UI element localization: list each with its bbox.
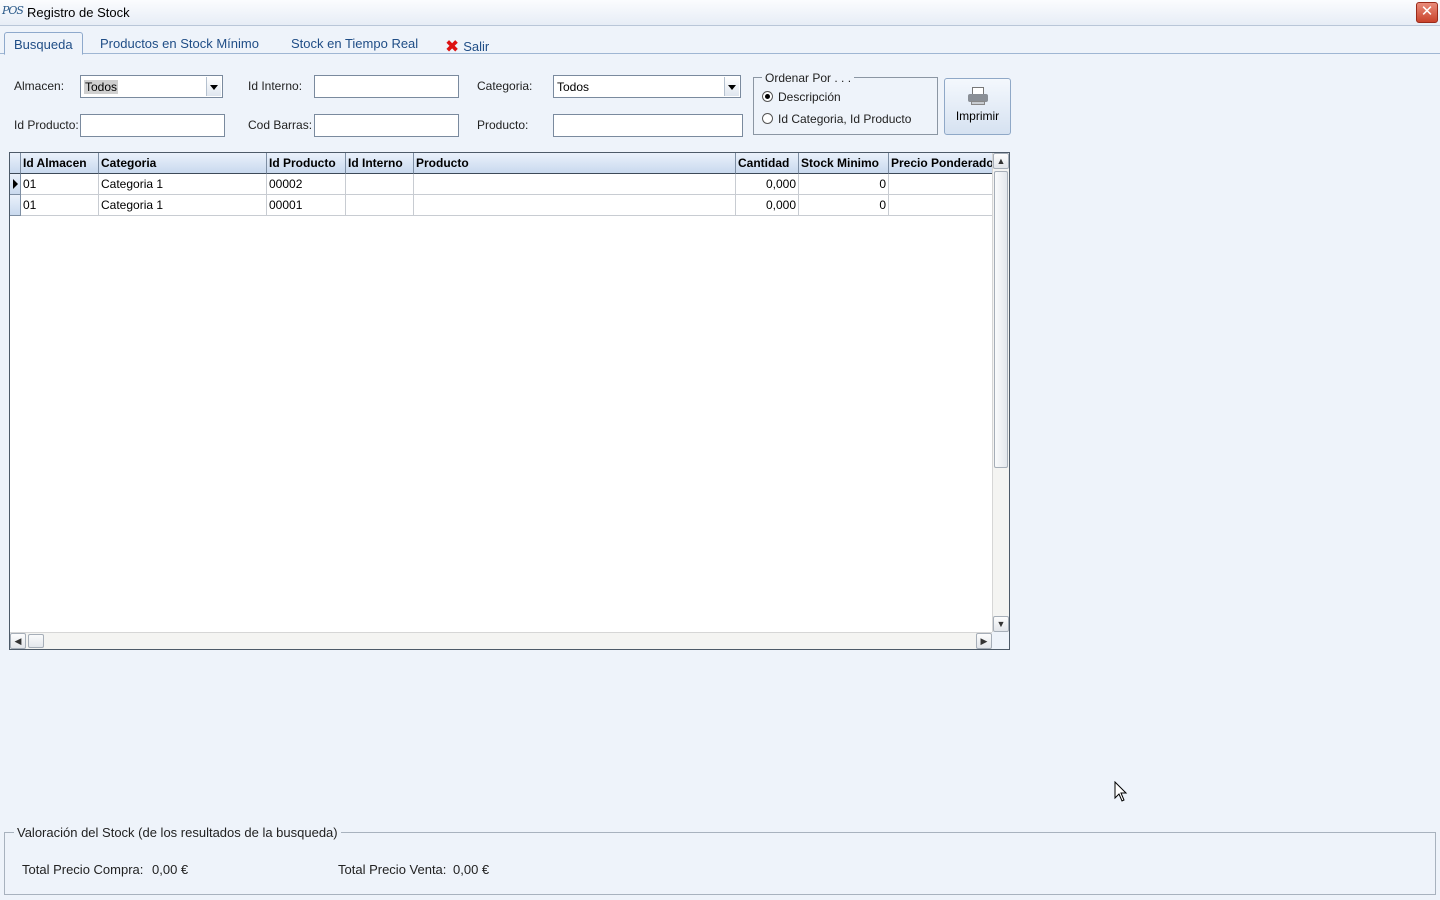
cell-id-interno[interactable] [346, 174, 414, 195]
imprimir-label: Imprimir [955, 109, 1000, 123]
vertical-scrollbar[interactable]: ▲ ▼ [992, 153, 1009, 632]
printer-icon [967, 86, 989, 106]
col-header-stock-minimo[interactable]: Stock Minimo [799, 153, 889, 174]
radio-unselected-icon [762, 113, 773, 124]
header-indicator [10, 153, 21, 174]
almacen-dropdown-arrow-icon[interactable] [206, 77, 221, 96]
col-header-categoria[interactable]: Categoria [99, 153, 267, 174]
table-row[interactable]: 01 Categoria 1 00001 0,000 0 [10, 195, 992, 216]
tab-busqueda[interactable]: Busqueda [4, 32, 83, 55]
stock-grid[interactable]: Id Almacen Categoria Id Producto Id Inte… [9, 152, 1010, 650]
table-row[interactable]: 01 Categoria 1 00002 0,000 0 [10, 174, 992, 195]
almacen-select-value: Todos [84, 80, 119, 94]
categoria-dropdown-arrow-icon[interactable] [724, 77, 739, 96]
radio-descripcion-label: Descripción [778, 90, 841, 104]
cell-categoria[interactable]: Categoria 1 [99, 174, 267, 195]
almacen-label: Almacen: [14, 79, 65, 93]
cell-producto[interactable] [414, 174, 736, 195]
mouse-cursor-icon [1114, 781, 1128, 802]
scroll-left-arrow-icon[interactable]: ◀ [10, 633, 26, 649]
close-x-icon: ✖ [445, 37, 460, 56]
col-header-producto[interactable]: Producto [414, 153, 736, 174]
tab-salir-label: Salir [463, 39, 490, 54]
almacen-select[interactable]: Todos [80, 75, 223, 98]
col-header-id-producto[interactable]: Id Producto [267, 153, 346, 174]
producto-input[interactable] [553, 114, 743, 137]
producto-label: Producto: [477, 118, 529, 132]
scroll-up-arrow-icon[interactable]: ▲ [993, 153, 1009, 169]
vertical-scroll-thumb[interactable] [994, 171, 1008, 468]
cell-id-almacen[interactable]: 01 [21, 174, 99, 195]
cell-id-producto[interactable]: 00001 [267, 195, 346, 216]
window-titlebar: POS Registro de Stock ✕ [0, 0, 1440, 26]
categoria-label: Categoria: [477, 79, 533, 93]
valoracion-legend: Valoración del Stock (de los resultados … [14, 825, 341, 840]
categoria-select-value: Todos [557, 80, 590, 94]
tab-stock-tiempo-real-label: Stock en Tiempo Real [291, 36, 419, 51]
cell-cantidad[interactable]: 0,000 [736, 174, 799, 195]
total-precio-compra-value: 0,00 € [152, 862, 189, 877]
cell-id-interno[interactable] [346, 195, 414, 216]
tab-bar: Busqueda Productos en Stock Mínimo Stock… [0, 26, 1440, 56]
id-interno-label: Id Interno: [248, 79, 303, 93]
grid-header: Id Almacen Categoria Id Producto Id Inte… [10, 153, 992, 174]
horizontal-scroll-thumb[interactable] [28, 634, 44, 648]
tab-productos-stock-minimo[interactable]: Productos en Stock Mínimo [100, 32, 259, 54]
row-indicator [10, 195, 21, 216]
cell-precio-ponderado[interactable] [889, 174, 992, 195]
cod-barras-input[interactable] [314, 114, 459, 137]
cell-id-almacen[interactable]: 01 [21, 195, 99, 216]
categoria-select[interactable]: Todos [553, 75, 741, 98]
radio-id-categoria-id-producto[interactable]: Id Categoria, Id Producto [762, 112, 911, 126]
horizontal-scrollbar[interactable]: ◀ ▶ [10, 632, 992, 649]
total-precio-venta-value: 0,00 € [453, 862, 490, 877]
scroll-right-arrow-icon[interactable]: ▶ [976, 633, 992, 649]
ordenar-por-group [753, 77, 938, 135]
window-close-button[interactable]: ✕ [1416, 2, 1438, 23]
total-precio-compra-label: Total Precio Compra: [22, 862, 144, 877]
cell-categoria[interactable]: Categoria 1 [99, 195, 267, 216]
scroll-down-arrow-icon[interactable]: ▼ [993, 616, 1009, 632]
col-header-id-almacen[interactable]: Id Almacen [21, 153, 99, 174]
cod-barras-label: Cod Barras: [248, 118, 313, 132]
cell-id-producto[interactable]: 00002 [267, 174, 346, 195]
imprimir-button[interactable]: Imprimir [944, 78, 1011, 135]
tab-productos-stock-minimo-label: Productos en Stock Mínimo [100, 36, 259, 51]
radio-selected-icon [762, 91, 773, 102]
cell-precio-ponderado[interactable] [889, 195, 992, 216]
id-interno-input[interactable] [314, 75, 459, 98]
col-header-precio-ponderado[interactable]: Precio Ponderado [889, 153, 992, 174]
radio-id-categoria-label: Id Categoria, Id Producto [778, 112, 912, 126]
window-title: Registro de Stock [27, 5, 130, 20]
radio-descripcion[interactable]: Descripción [762, 90, 841, 104]
scrollbar-corner [992, 632, 1009, 649]
cell-cantidad[interactable]: 0,000 [736, 195, 799, 216]
id-producto-input[interactable] [80, 114, 225, 137]
id-producto-label: Id Producto: [14, 118, 79, 132]
app-logo-icon: POS [2, 4, 24, 17]
cell-stock-minimo[interactable]: 0 [799, 174, 889, 195]
ordenar-por-legend: Ordenar Por . . . [762, 71, 855, 85]
cell-producto[interactable] [414, 195, 736, 216]
current-row-indicator-icon [10, 174, 21, 195]
total-precio-venta-label: Total Precio Venta: [338, 862, 447, 877]
col-header-cantidad[interactable]: Cantidad [736, 153, 799, 174]
tab-busqueda-label: Busqueda [14, 37, 73, 52]
cell-stock-minimo[interactable]: 0 [799, 195, 889, 216]
valoracion-stock-group [4, 832, 1436, 895]
col-header-id-interno[interactable]: Id Interno [346, 153, 414, 174]
tab-salir[interactable]: ✖ Salir [445, 32, 490, 56]
tab-stock-tiempo-real[interactable]: Stock en Tiempo Real [291, 32, 418, 54]
